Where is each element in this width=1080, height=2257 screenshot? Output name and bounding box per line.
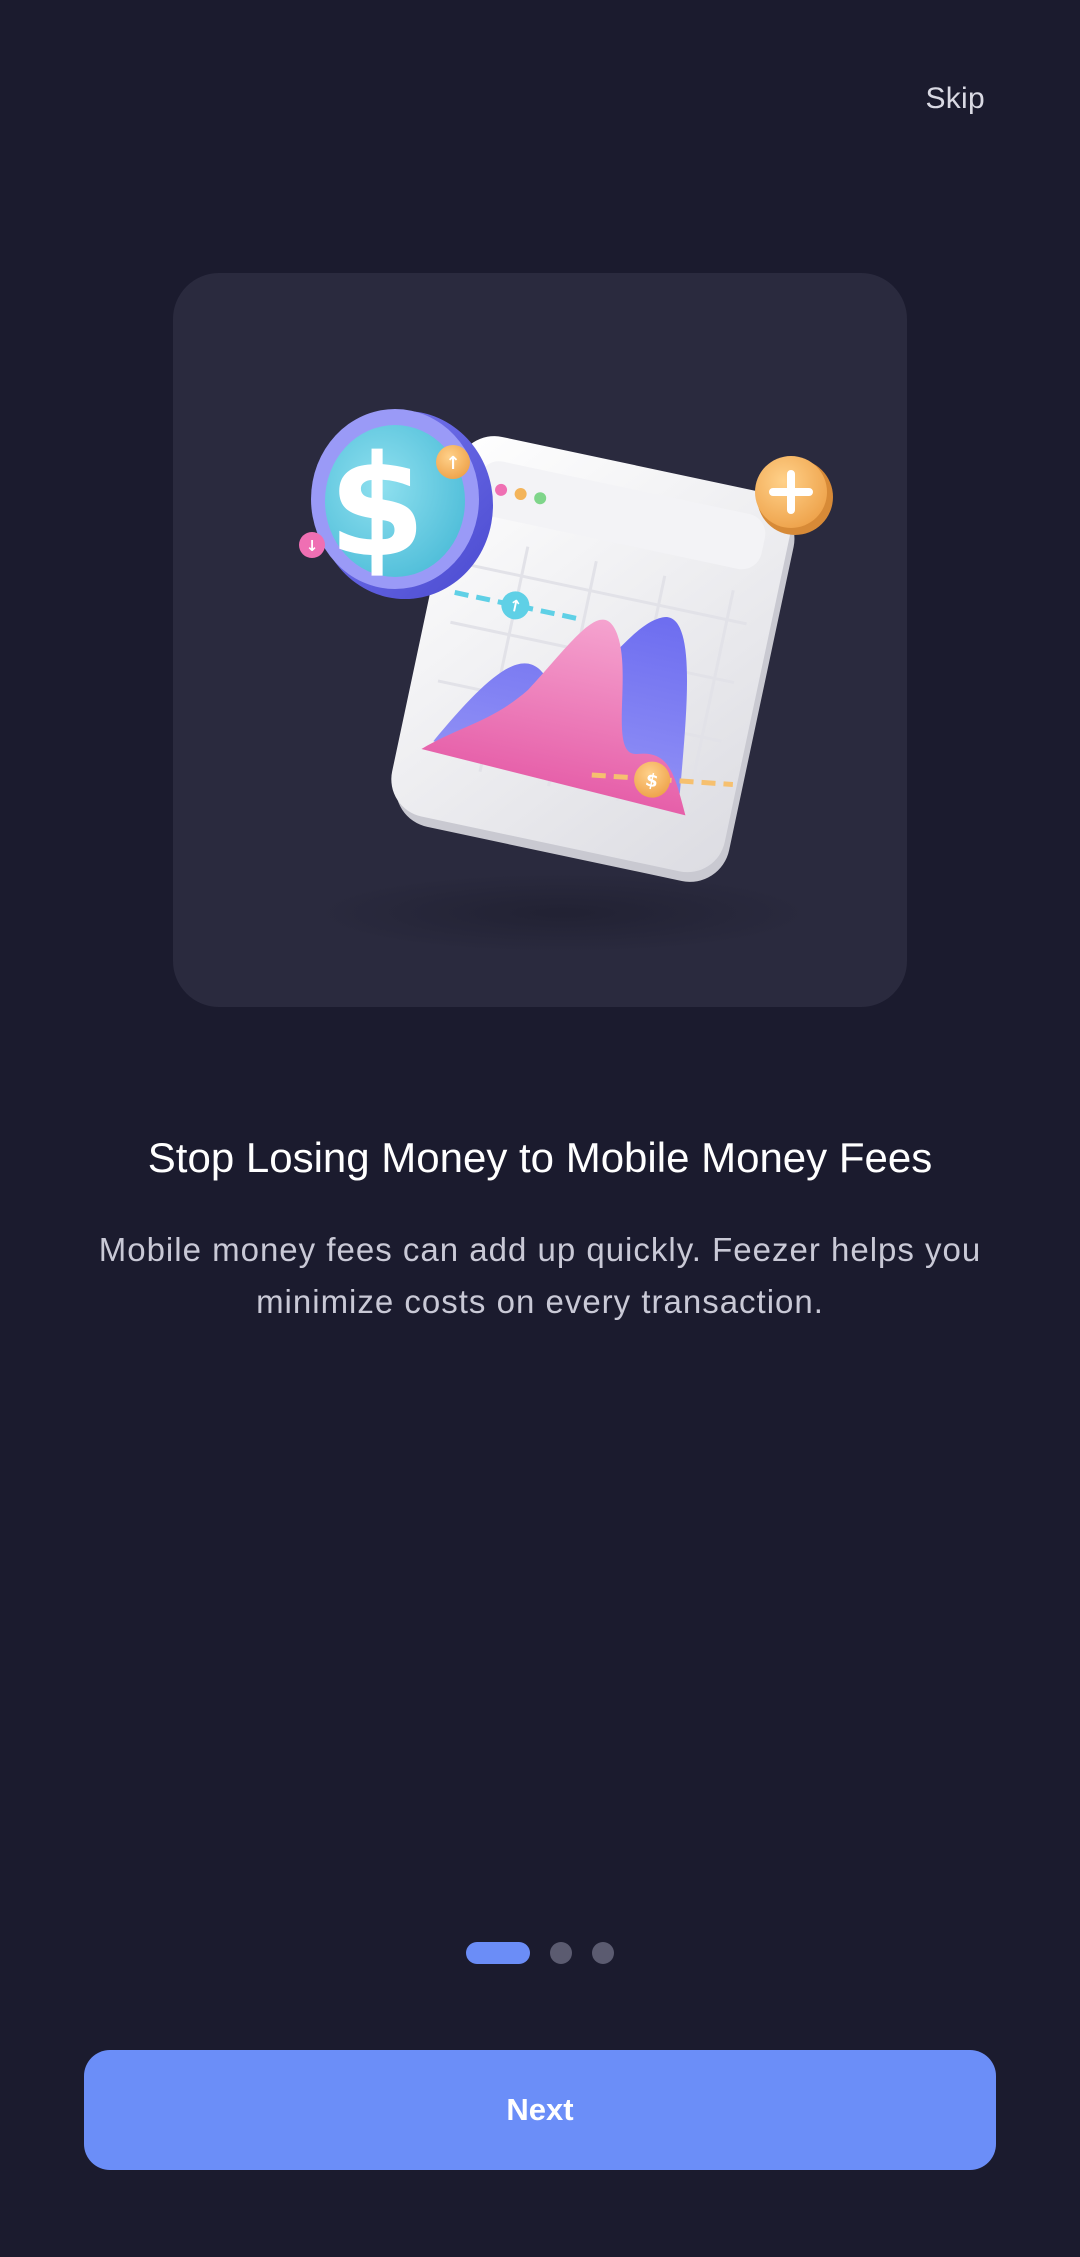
coin-dollar-symbol: $ <box>328 426 425 589</box>
finance-chart-coin-illustration: ↑ $ $ ↑ ↓ <box>299 409 833 953</box>
skip-button[interactable]: Skip <box>925 82 985 116</box>
illustration-card: ↑ $ $ ↑ ↓ <box>173 273 907 1007</box>
onboarding-title: Stop Losing Money to Mobile Money Fees <box>147 1134 933 1181</box>
onboarding-description: Mobile money fees can add up quickly. Fe… <box>98 1231 982 1320</box>
svg-text:↑: ↑ <box>445 453 460 474</box>
page-dot-active[interactable] <box>466 1942 530 1964</box>
page-dot[interactable] <box>550 1942 572 1964</box>
page-dot[interactable] <box>592 1942 614 1964</box>
page-indicator <box>0 1942 1080 1964</box>
svg-text:↓: ↓ <box>306 537 319 555</box>
next-button[interactable]: Next <box>84 2050 996 2170</box>
